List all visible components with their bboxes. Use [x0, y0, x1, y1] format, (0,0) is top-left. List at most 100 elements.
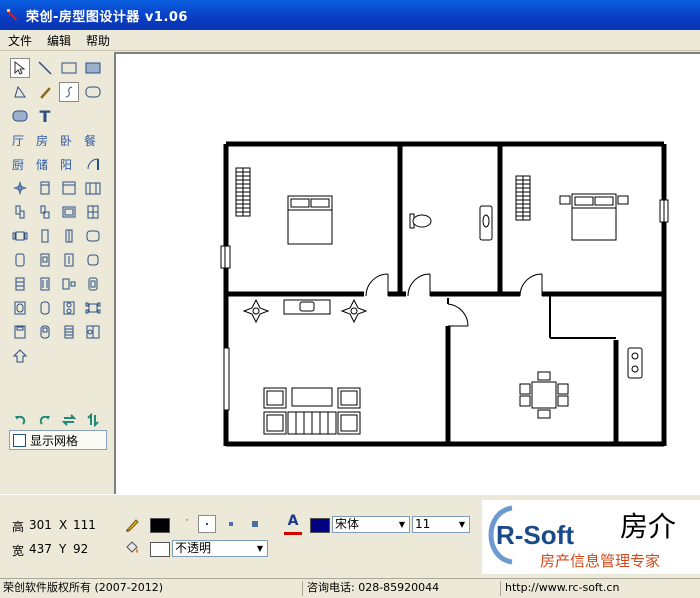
tv-tool[interactable]	[83, 250, 103, 270]
menu-file[interactable]: 文件	[0, 32, 39, 49]
text-color-swatch[interactable]	[310, 518, 330, 533]
radiator-icon	[64, 325, 74, 339]
status-url[interactable]: http://www.rc-soft.cn	[502, 580, 700, 596]
curve-tool[interactable]	[59, 82, 79, 102]
rounded-block-icon	[12, 110, 28, 122]
filled-rect-tool[interactable]	[83, 58, 103, 78]
polygon-tool[interactable]	[10, 82, 30, 102]
line-width-dot	[229, 522, 233, 526]
narrow-cabinet-tool[interactable]	[35, 226, 55, 246]
menu-help[interactable]: 帮助	[78, 32, 117, 49]
show-grid-label: 显示网格	[30, 433, 79, 448]
radiator-right	[515, 175, 531, 221]
font-name-select[interactable]: 宋体 ▼	[332, 516, 410, 533]
locker-tool[interactable]	[59, 250, 79, 270]
show-grid-checkbox[interactable]	[13, 433, 26, 447]
flip-horizontal-button[interactable]	[59, 410, 79, 430]
line-tool[interactable]	[35, 58, 55, 78]
chair-left-tool[interactable]	[10, 202, 30, 222]
fill-color-swatch[interactable]	[150, 542, 170, 557]
stove-tool[interactable]	[59, 298, 79, 318]
line-width-small[interactable]	[198, 515, 216, 533]
dining-set-tool[interactable]	[83, 298, 103, 318]
fill-bucket-button[interactable]	[124, 540, 140, 559]
living-room-label-tool[interactable]: 厅	[8, 130, 28, 150]
rounded-rectangle-icon	[85, 86, 101, 98]
bedroom-label-tool[interactable]: 卧	[56, 130, 76, 150]
grid-cabinet-tool[interactable]	[83, 202, 103, 222]
redo-button[interactable]	[35, 410, 55, 430]
shower-tool[interactable]	[83, 322, 103, 342]
drawing-canvas[interactable]	[114, 52, 700, 494]
text-tool[interactable]: T	[35, 106, 55, 126]
line-width-thick[interactable]	[246, 516, 264, 532]
storage-label-tool[interactable]: 储	[32, 154, 52, 174]
rect-tool[interactable]	[59, 58, 79, 78]
pencil-icon	[126, 519, 139, 532]
status-copyright: 荣创软件版权所有 (2007-2012)	[3, 581, 164, 594]
door-tool[interactable]	[83, 154, 103, 174]
house-outline-icon	[13, 349, 27, 363]
rsoft-banner: R-Soft 房介 房产信息管理专家	[482, 500, 700, 574]
table-set-icon	[12, 231, 28, 241]
chevron-down-icon: ▼	[398, 520, 406, 529]
fridge-tool[interactable]	[35, 250, 55, 270]
table-set-tool[interactable]	[10, 226, 30, 246]
status-separator	[302, 581, 303, 596]
radiator-tool[interactable]	[59, 322, 79, 342]
striped-cabinet-tool[interactable]	[35, 274, 55, 294]
undo-button[interactable]	[10, 410, 30, 430]
menu-edit[interactable]: 编辑	[39, 32, 78, 49]
filled-rectangle-icon	[85, 62, 101, 74]
basin-tool[interactable]	[35, 322, 55, 342]
floor-plan[interactable]	[116, 54, 700, 494]
dimension-panel: 高 301 X 111 宽 437 Y 92	[0, 496, 112, 576]
washer-tool[interactable]	[35, 298, 55, 318]
pencil-icon	[40, 87, 51, 99]
bookcase-tool[interactable]	[10, 274, 30, 294]
balcony-label-tool[interactable]: 阳	[56, 154, 76, 174]
redo-icon	[39, 415, 50, 425]
text-color-button[interactable]: A	[284, 514, 302, 535]
pointer-icon	[14, 61, 26, 75]
opacity-select[interactable]: 不透明 ▼	[172, 540, 268, 557]
toilet-tool[interactable]	[10, 298, 30, 318]
line-icon	[38, 61, 52, 75]
status-phone: 咨询电话: 028-85920044	[307, 581, 440, 594]
compass-tool[interactable]	[10, 178, 30, 198]
toolbox: T 厅 房 卧 餐 厨 储 阳 显示网格	[0, 52, 112, 494]
line-width-medium[interactable]	[222, 516, 240, 532]
font-size-select[interactable]: 11 ▼	[412, 516, 470, 533]
line-width-thin[interactable]: ·	[178, 516, 196, 532]
stroke-color-swatch[interactable]	[150, 518, 170, 533]
kitchen-label-tool[interactable]: 厨	[8, 154, 28, 174]
rounded-rect-tool[interactable]	[83, 82, 103, 102]
wardrobe-icon	[62, 181, 76, 195]
bathtub-tool[interactable]	[83, 226, 103, 246]
wardrobe-tool[interactable]	[59, 178, 79, 198]
oval-cabinet-tool[interactable]	[10, 250, 30, 270]
desk-chair-icon	[62, 278, 76, 290]
cabinet-icon	[40, 181, 50, 195]
sofa-set	[263, 387, 361, 435]
room-label-tool[interactable]: 房	[32, 130, 52, 150]
bed-tool[interactable]	[10, 322, 30, 342]
chevron-down-icon: ▼	[458, 520, 466, 529]
select-tool[interactable]	[10, 58, 30, 78]
pen-button[interactable]	[124, 516, 140, 535]
home-tool[interactable]	[10, 346, 30, 366]
shelf-icon	[85, 182, 101, 195]
sink-tool[interactable]	[59, 202, 79, 222]
cabinet-tool[interactable]	[35, 178, 55, 198]
desk-chair-tool[interactable]	[59, 274, 79, 294]
tall-cabinet-tool[interactable]	[59, 226, 79, 246]
show-grid-toggle[interactable]: 显示网格	[9, 430, 107, 450]
sofa-tool[interactable]	[83, 274, 103, 294]
pencil-tool[interactable]	[35, 82, 55, 102]
style-toolbar: · A 宋体 ▼ 11 ▼ 不透明 ▼	[114, 496, 480, 576]
flip-vertical-button[interactable]	[83, 410, 103, 430]
ellipse-tool[interactable]	[10, 106, 30, 126]
dining-label-tool[interactable]: 餐	[80, 130, 100, 150]
chair-right-tool[interactable]	[35, 202, 55, 222]
shelf-tool[interactable]	[83, 178, 103, 198]
